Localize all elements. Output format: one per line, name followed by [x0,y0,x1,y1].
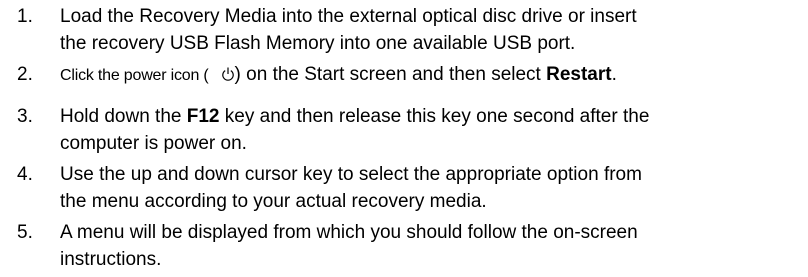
step-line: instructions. [60,249,162,270]
step-text-part: Hold down the [60,106,187,127]
step-number: 1. [17,6,33,27]
step-line: Use the up and down cursor key to select… [60,164,642,185]
step-text-part: key and then release this key one second… [219,106,650,127]
step-line: the recovery USB Flash Memory into one a… [60,33,576,54]
step-text-part: . [611,64,617,85]
step-text: Hold down the F12 key and then release t… [60,103,806,157]
step-number: 2. [17,64,33,85]
step-number: 4. [17,164,33,185]
step-line: computer is power on. [60,133,247,154]
step-text: Load the Recovery Media into the externa… [60,3,806,57]
step-text-part: Click the power icon ( [60,67,209,84]
step-line: A menu will be displayed from which you … [60,222,638,243]
f12-key-label: F12 [186,106,220,127]
step-number: 5. [17,222,33,243]
step-text: Click the power icon ( ) on the Start sc… [60,61,806,89]
step-text: A menu will be displayed from which you … [60,219,806,273]
power-icon [221,66,235,82]
recovery-steps-list: 1. Load the Recovery Media into the exte… [0,0,808,277]
step-text: Use the up and down cursor key to select… [60,161,806,215]
step-line: the menu according to your actual recove… [60,191,487,212]
step-line: Load the Recovery Media into the externa… [60,6,637,27]
step-number: 3. [17,106,33,127]
step-text-part: ) on the Start screen and then select [234,64,547,85]
restart-label: Restart [546,64,612,85]
